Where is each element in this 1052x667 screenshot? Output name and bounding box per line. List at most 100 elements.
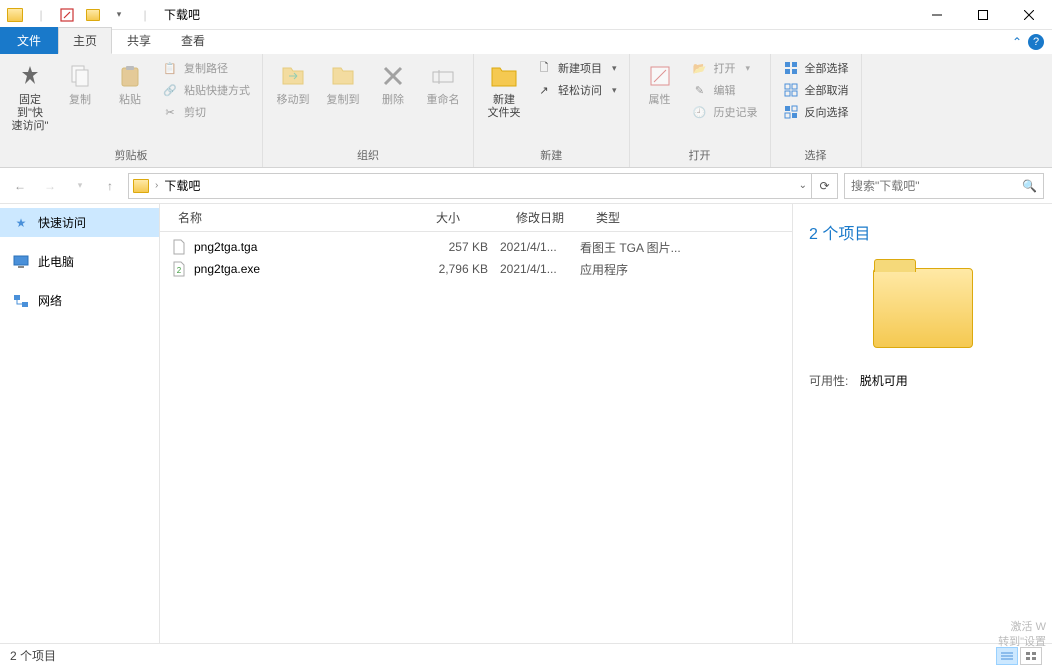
paste-button[interactable]: 粘贴 [106, 56, 154, 111]
maximize-button[interactable] [960, 0, 1006, 30]
file-type: 看图王 TGA 图片... [580, 239, 730, 256]
column-headers: 名称 大小 修改日期 类型 [160, 204, 792, 232]
col-type[interactable]: 类型 [588, 209, 738, 226]
minimize-button[interactable] [914, 0, 960, 30]
ribbon-group-select: 全部选择 全部取消 反向选择 选择 [771, 54, 862, 167]
tab-share[interactable]: 共享 [112, 27, 166, 54]
ribbon-group-open: 属性 📂打开▾ ✎编辑 🕘历史记录 打开 [630, 54, 771, 167]
col-name[interactable]: 名称 [170, 209, 428, 226]
group-label: 剪贴板 [6, 145, 256, 167]
open-icon: 📂 [692, 60, 708, 76]
activation-watermark: 激活 W 转到"设置 [998, 620, 1046, 649]
file-row[interactable]: 2 png2tga.exe 2,796 KB 2021/4/1... 应用程序 [160, 258, 792, 280]
file-date: 2021/4/1... [500, 240, 580, 254]
address-dropdown-icon[interactable]: ⌄ [799, 180, 807, 191]
rename-button[interactable]: 重命名 [419, 56, 467, 111]
search-input[interactable] [851, 179, 1022, 193]
group-label: 组织 [269, 145, 467, 167]
history-button[interactable]: 🕘历史记录 [686, 102, 764, 122]
preview-folder-icon [873, 268, 973, 348]
network-icon [12, 293, 30, 309]
easyaccess-button[interactable]: ↗轻松访问▾ [530, 80, 623, 100]
delete-button[interactable]: 删除 [369, 56, 417, 111]
moveto-button[interactable]: 移动到 [269, 56, 317, 111]
copy-button[interactable]: 复制 [56, 56, 104, 111]
status-text: 2 个项目 [10, 647, 56, 664]
pin-button[interactable]: 固定到"快 速访问" [6, 56, 54, 138]
history-icon: 🕘 [692, 104, 708, 120]
newitem-icon: 🗋 [536, 60, 552, 76]
file-size: 2,796 KB [420, 262, 500, 276]
window-title: 下载吧 [164, 6, 200, 23]
view-icons-button[interactable] [1020, 647, 1042, 665]
address-bar[interactable]: › 下载吧 ⌄ [128, 173, 812, 199]
newfolder-button[interactable]: 新建 文件夹 [480, 56, 528, 124]
edit-button[interactable]: ✎编辑 [686, 80, 764, 100]
sidebar-item-thispc[interactable]: 此电脑 [0, 247, 159, 276]
group-label: 打开 [636, 145, 764, 167]
copypath-icon: 📋 [162, 60, 178, 76]
copyto-button[interactable]: 复制到 [319, 56, 367, 111]
preview-count: 2 个项目 [809, 220, 1036, 244]
properties-icon [644, 60, 676, 92]
nav-up-button[interactable]: ↑ [98, 174, 122, 198]
ribbon-help: ⌃ ? [1012, 34, 1044, 50]
copyto-icon [327, 60, 359, 92]
delete-icon [377, 60, 409, 92]
ribbon-group-organize: 移动到 复制到 删除 重命名 组织 [263, 54, 474, 167]
pin-icon [14, 60, 46, 92]
file-date: 2021/4/1... [500, 262, 580, 276]
col-size[interactable]: 大小 [428, 209, 508, 226]
moveto-icon [277, 60, 309, 92]
group-label: 选择 [777, 145, 855, 167]
folder-small-icon[interactable] [82, 4, 104, 26]
selectall-button[interactable]: 全部选择 [777, 58, 855, 78]
refresh-button[interactable]: ⟳ [812, 173, 838, 199]
address-folder-icon [133, 179, 149, 193]
nav-recent-button[interactable]: ▾ [68, 174, 92, 198]
invert-icon [783, 104, 799, 120]
sidebar: ★ 快速访问 此电脑 网络 [0, 204, 160, 643]
copypath-button[interactable]: 📋复制路径 [156, 58, 256, 78]
tab-home[interactable]: 主页 [58, 27, 112, 54]
view-details-button[interactable] [996, 647, 1018, 665]
title-bar: | ▾ | 下载吧 [0, 0, 1052, 30]
col-date[interactable]: 修改日期 [508, 209, 588, 226]
pc-icon [12, 254, 30, 270]
address-row: ← → ▾ ↑ › 下载吧 ⌄ ⟳ 🔍 [0, 168, 1052, 204]
paste-icon [114, 60, 146, 92]
main-panel: 名称 大小 修改日期 类型 png2tga.tga 257 KB 2021/4/… [160, 204, 1052, 643]
file-size: 257 KB [420, 240, 500, 254]
close-button[interactable] [1006, 0, 1052, 30]
ribbon-collapse-icon[interactable]: ⌃ [1012, 35, 1022, 49]
sidebar-item-network[interactable]: 网络 [0, 286, 159, 315]
help-icon[interactable]: ? [1028, 34, 1044, 50]
file-area: 名称 大小 修改日期 类型 png2tga.tga 257 KB 2021/4/… [160, 204, 792, 643]
properties-icon[interactable] [56, 4, 78, 26]
search-icon[interactable]: 🔍 [1022, 179, 1037, 193]
qat-separator: | [30, 4, 52, 26]
folder-icon [4, 4, 26, 26]
selectnone-button[interactable]: 全部取消 [777, 80, 855, 100]
open-button[interactable]: 📂打开▾ [686, 58, 764, 78]
qat-dropdown-icon[interactable]: ▾ [108, 4, 130, 26]
ribbon: 固定到"快 速访问" 复制 粘贴 📋复制路径 🔗粘贴快捷方式 ✂剪切 剪贴板 移… [0, 54, 1052, 168]
tab-view[interactable]: 查看 [166, 27, 220, 54]
invert-button[interactable]: 反向选择 [777, 102, 855, 122]
tab-file[interactable]: 文件 [0, 27, 58, 54]
search-box[interactable]: 🔍 [844, 173, 1044, 199]
newitem-button[interactable]: 🗋新建项目▾ [530, 58, 623, 78]
sidebar-item-label: 此电脑 [38, 253, 74, 270]
properties-button[interactable]: 属性 [636, 56, 684, 111]
sidebar-item-quickaccess[interactable]: ★ 快速访问 [0, 208, 159, 237]
nav-back-button[interactable]: ← [8, 174, 32, 198]
cut-button[interactable]: ✂剪切 [156, 102, 256, 122]
shortcut-icon: 🔗 [162, 82, 178, 98]
file-row[interactable]: png2tga.tga 257 KB 2021/4/1... 看图王 TGA 图… [160, 236, 792, 258]
breadcrumb-separator-icon[interactable]: › [155, 180, 158, 191]
pasteshortcut-button[interactable]: 🔗粘贴快捷方式 [156, 80, 256, 100]
sidebar-item-label: 快速访问 [38, 214, 86, 231]
breadcrumb[interactable]: 下载吧 [164, 177, 200, 194]
file-type: 应用程序 [580, 261, 730, 278]
nav-forward-button[interactable]: → [38, 174, 62, 198]
